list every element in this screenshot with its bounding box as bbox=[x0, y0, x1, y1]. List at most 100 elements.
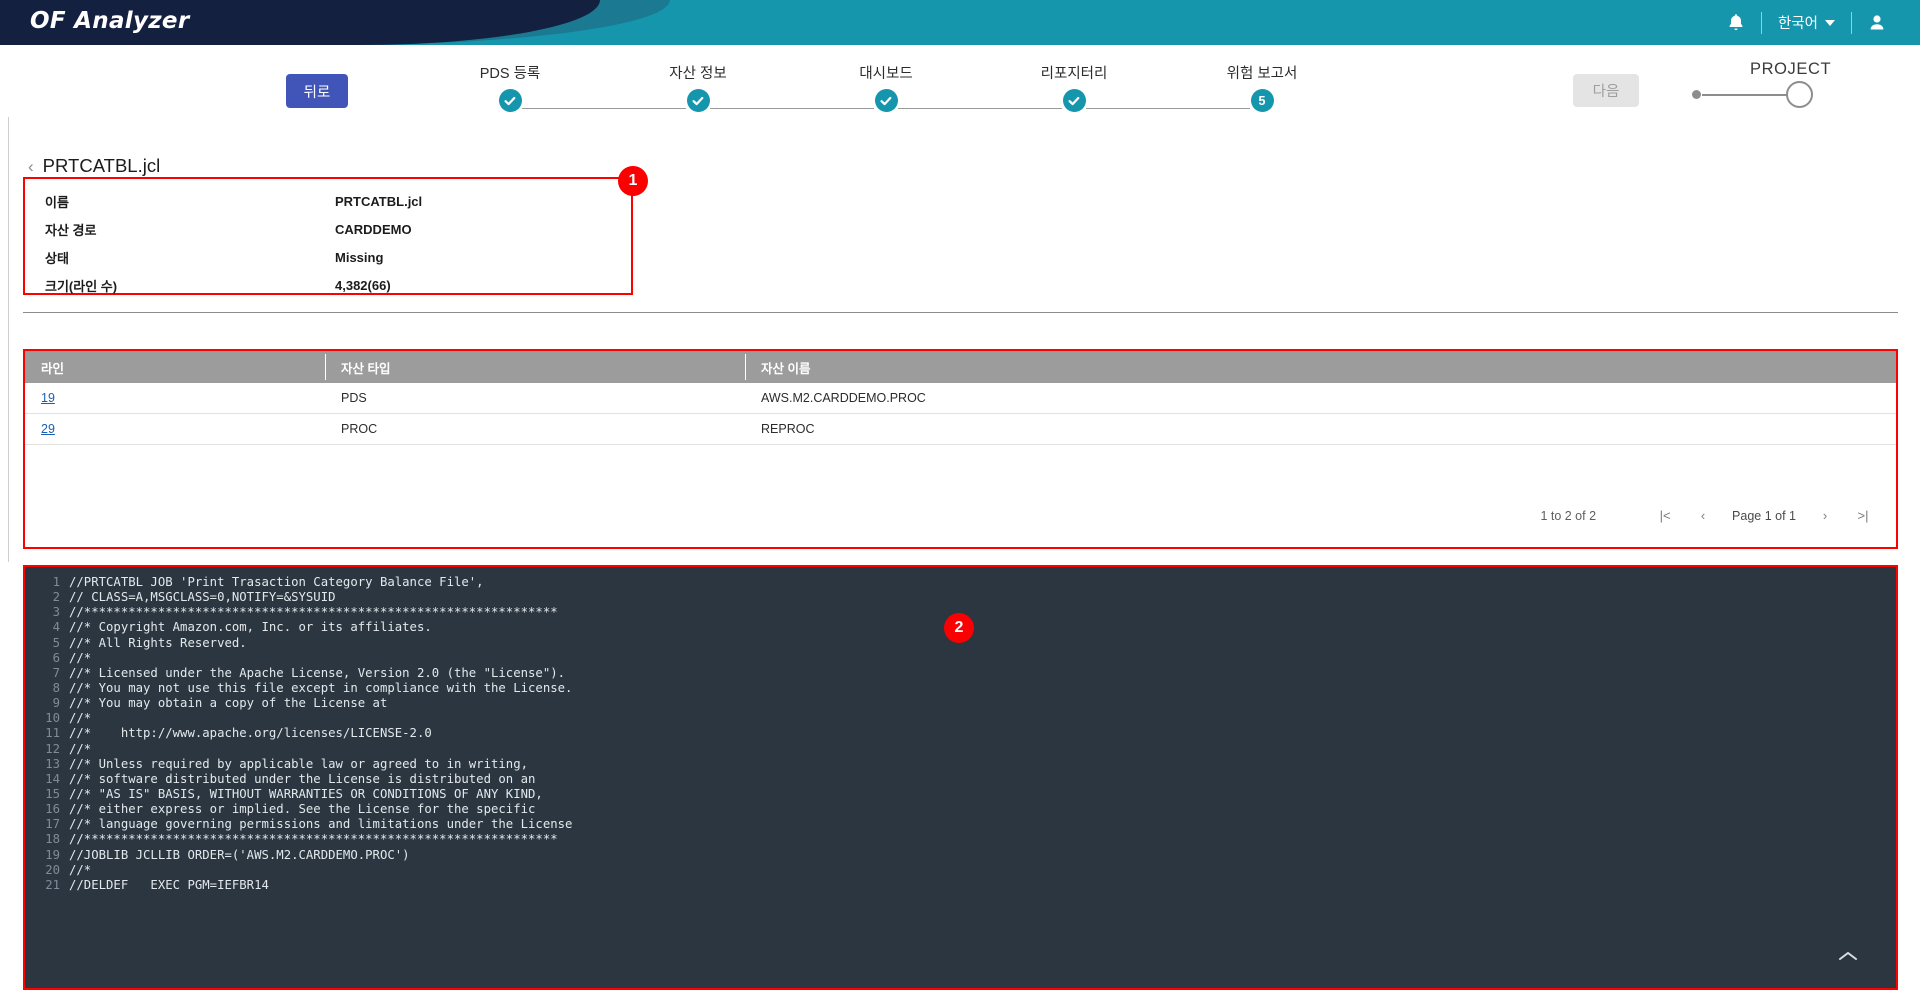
next-page-button[interactable]: › bbox=[1806, 508, 1844, 523]
code-line-number: 20 bbox=[45, 862, 60, 877]
step-connector-line bbox=[898, 108, 1062, 109]
project-indicator: PROJECT bbox=[1692, 60, 1902, 110]
code-line: 1 //PRTCATBL JOB 'Print Trasaction Catego… bbox=[25, 575, 1896, 590]
wizard-step-4[interactable]: 리포지터리 bbox=[994, 62, 1154, 112]
table-row[interactable]: 19 PDS AWS.M2.CARDDEMO.PROC bbox=[25, 383, 1896, 414]
code-line-number: 10 bbox=[45, 711, 60, 726]
code-line-number: 16 bbox=[45, 802, 60, 817]
wizard-stepper-bar: 뒤로 PDS 등록 자산 정보 대시보드 리포지터리 위험 보고서 5 다음 PROJEC… bbox=[0, 45, 1920, 117]
code-line: 14 //* software distributed under the Lic… bbox=[25, 772, 1896, 787]
code-line-text: //* You may not use this file except in … bbox=[69, 680, 573, 695]
code-line: 10 //* bbox=[25, 711, 1896, 726]
info-value: Missing bbox=[335, 249, 384, 265]
code-line-text: //DELDEF EXEC PGM=IEFBR14 bbox=[69, 877, 269, 892]
pagination-count: 1 to 2 of 2 bbox=[1540, 508, 1597, 523]
table-cell-line: 19 bbox=[25, 383, 325, 413]
code-line: 19 //JOBLIB JCLLIB ORDER=('AWS.M2.CARDDEM… bbox=[25, 848, 1896, 863]
code-line-number: 12 bbox=[45, 741, 60, 756]
code-line-number: 8 bbox=[52, 680, 60, 695]
step-connector-line bbox=[522, 108, 686, 109]
chevron-up-icon[interactable] bbox=[1838, 947, 1858, 966]
project-connector-line bbox=[1702, 94, 1789, 96]
page-indicator: Page 1 of 1 bbox=[1732, 508, 1796, 523]
dependency-table-panel: 라인 자산 타입 자산 이름 19 PDS AWS.M2.CARDDEMO.PROC 29… bbox=[23, 349, 1898, 549]
code-line-text: //* You may obtain a copy of the License… bbox=[69, 696, 388, 711]
prev-page-button[interactable]: ‹ bbox=[1684, 508, 1722, 523]
table-cell-type: PDS bbox=[341, 391, 367, 405]
table-body: 19 PDS AWS.M2.CARDDEMO.PROC 29 PROC REPROC bbox=[25, 383, 1896, 445]
wizard-step-1[interactable]: PDS 등록 bbox=[430, 62, 590, 112]
wizard-step-3[interactable]: 대시보드 bbox=[806, 62, 966, 112]
code-line-number: 1 bbox=[52, 575, 60, 589]
annotation-badge-1: 1 bbox=[618, 166, 648, 196]
info-key: 크기(라인 수) bbox=[45, 278, 118, 294]
step-check-icon bbox=[874, 89, 898, 112]
step-check-icon bbox=[498, 89, 522, 112]
code-line-number: 3 bbox=[52, 605, 60, 620]
code-line-number: 11 bbox=[45, 726, 60, 741]
code-line-number: 5 bbox=[52, 635, 60, 650]
next-button: 다음 bbox=[1573, 74, 1639, 107]
code-line-text: //* Licensed under the Apache License, V… bbox=[69, 665, 566, 680]
table-row[interactable]: 29 PROC REPROC bbox=[25, 414, 1896, 445]
wizard-steps: PDS 등록 자산 정보 대시보드 리포지터리 위험 보고서 5 bbox=[430, 62, 1460, 118]
code-line-text: //* "AS IS" BASIS, WITHOUT WARRANTIES OR… bbox=[69, 786, 543, 801]
code-line: 7 //* Licensed under the Apache License, … bbox=[25, 666, 1896, 681]
code-line-text: //* bbox=[69, 711, 92, 726]
info-key: 이름 bbox=[45, 194, 69, 210]
app-header: OF Analyzer 한국어 bbox=[0, 0, 1920, 45]
table-column-header[interactable]: 자산 타입 bbox=[325, 351, 745, 383]
code-line-number: 13 bbox=[45, 756, 60, 771]
profile-button[interactable] bbox=[1852, 0, 1902, 45]
table-header-row: 라인 자산 타입 자산 이름 bbox=[25, 351, 1896, 383]
table-cell-line: 29 bbox=[25, 414, 325, 444]
table-cell-type: PROC bbox=[341, 422, 378, 436]
info-row: 크기(라인 수) 4,382(66) bbox=[25, 271, 631, 299]
last-page-button[interactable]: >| bbox=[1844, 508, 1882, 523]
project-ring-icon[interactable] bbox=[1786, 81, 1813, 108]
line-number-link[interactable]: 19 bbox=[41, 391, 55, 405]
code-line-text: //JOBLIB JCLLIB ORDER=('AWS.M2.CARDDEMO.… bbox=[69, 847, 410, 862]
chevron-up-glyph bbox=[1839, 951, 1857, 960]
code-line-text: //* Unless required by applicable law or… bbox=[69, 756, 529, 771]
code-line-text: //* bbox=[69, 650, 92, 665]
code-line-text: //* All Rights Reserved. bbox=[69, 635, 247, 650]
table-column-header[interactable]: 라인 bbox=[25, 351, 325, 383]
step-connector-line bbox=[1086, 108, 1250, 109]
table-column-header[interactable]: 자산 이름 bbox=[745, 351, 1896, 383]
breadcrumb[interactable]: ‹ PRTCATBL.jcl bbox=[28, 155, 160, 177]
language-selector[interactable]: 한국어 bbox=[1762, 0, 1851, 45]
code-line-number: 7 bbox=[52, 665, 60, 680]
app-logo: OF Analyzer bbox=[30, 8, 190, 34]
main-content: ‹ PRTCATBL.jcl 이름 PRTCATBL.jcl 자산 경로 CARDDE… bbox=[0, 117, 1920, 990]
code-line: 6 //* bbox=[25, 651, 1896, 666]
project-label: PROJECT bbox=[1750, 60, 1832, 78]
code-line: 13 //* Unless required by applicable law … bbox=[25, 757, 1896, 772]
code-line: 17 //* language governing permissions and… bbox=[25, 817, 1896, 832]
code-line: 2 // CLASS=A,MSGCLASS=0,NOTIFY=&SYSUID bbox=[25, 590, 1896, 605]
info-row: 이름 PRTCATBL.jcl bbox=[25, 187, 631, 215]
asset-info-panel: 이름 PRTCATBL.jcl 자산 경로 CARDDEMO 상태 Missing 크기(라… bbox=[23, 177, 633, 295]
info-key: 상태 bbox=[45, 250, 69, 266]
code-line-text: //* http://www.apache.org/licenses/LICEN… bbox=[69, 726, 432, 741]
notifications-button[interactable] bbox=[1711, 0, 1761, 45]
project-dot-icon bbox=[1692, 90, 1701, 99]
code-line-text: //* Copyright Amazon.com, Inc. or its af… bbox=[69, 620, 432, 635]
step-number-badge: 5 bbox=[1250, 89, 1274, 112]
code-line-number: 2 bbox=[52, 590, 60, 605]
back-chevron-icon[interactable]: ‹ bbox=[28, 158, 34, 175]
info-row: 자산 경로 CARDDEMO bbox=[25, 215, 631, 243]
language-label: 한국어 bbox=[1777, 16, 1818, 32]
code-line-number: 14 bbox=[45, 771, 60, 786]
code-line: 12 //* bbox=[25, 742, 1896, 757]
bell-icon bbox=[1729, 14, 1743, 31]
code-line-number: 21 bbox=[45, 877, 60, 892]
step-check-icon bbox=[1062, 89, 1086, 112]
wizard-step-5[interactable]: 위험 보고서 5 bbox=[1182, 62, 1342, 112]
back-button[interactable]: 뒤로 bbox=[286, 74, 348, 108]
table-cell-name: REPROC bbox=[761, 422, 815, 436]
line-number-link[interactable]: 29 bbox=[41, 422, 55, 436]
first-page-button[interactable]: |< bbox=[1646, 508, 1684, 523]
wizard-step-2[interactable]: 자산 정보 bbox=[618, 62, 778, 112]
code-line-text: //**************************************… bbox=[69, 605, 558, 620]
